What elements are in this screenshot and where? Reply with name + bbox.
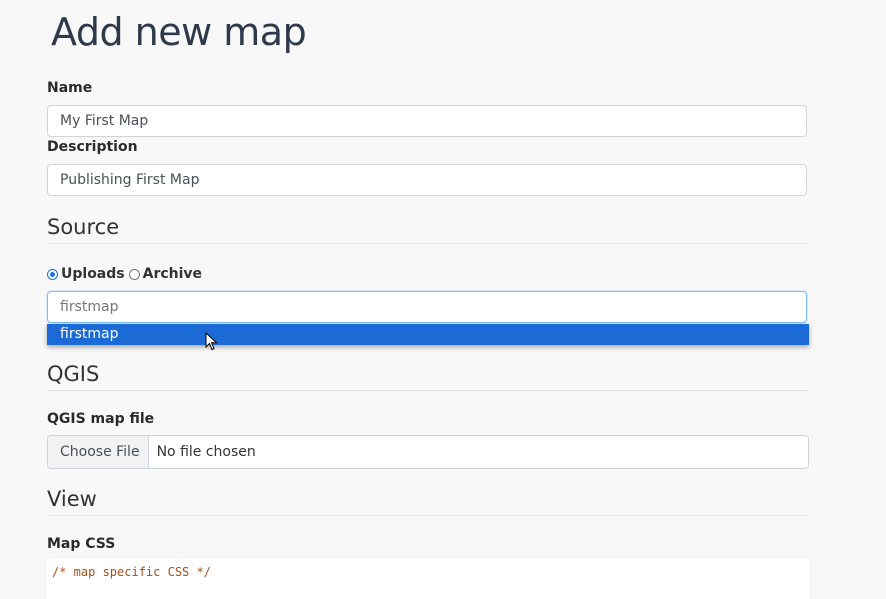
qgis-file-input[interactable]: Choose File No file chosen (47, 435, 809, 469)
archive-radio[interactable] (128, 268, 140, 280)
view-heading: View (47, 487, 809, 516)
description-label: Description (47, 139, 138, 155)
uploads-radio[interactable] (47, 268, 58, 280)
source-suggestion-item[interactable]: firstmap (47, 324, 809, 345)
source-radio-group: Uploads Archive (47, 266, 206, 282)
description-input[interactable]: Publishing First Map (47, 164, 807, 196)
name-label: Name (47, 80, 93, 96)
page-title: Add new map (51, 10, 307, 54)
archive-radio-label[interactable]: Archive (143, 266, 202, 282)
map-css-label: Map CSS (47, 536, 116, 552)
choose-file-button[interactable]: Choose File (48, 436, 149, 468)
qgis-heading: QGIS (47, 362, 809, 391)
file-status: No file chosen (156, 444, 256, 460)
name-input[interactable]: My First Map (47, 105, 807, 137)
uploads-radio-label[interactable]: Uploads (61, 266, 125, 282)
source-heading: Source (47, 215, 809, 244)
map-css-editor[interactable]: /* map specific CSS */ (47, 559, 809, 599)
mouse-pointer-icon (205, 332, 218, 351)
source-input[interactable]: firstmap (47, 291, 807, 323)
qgis-file-label: QGIS map file (47, 411, 155, 427)
